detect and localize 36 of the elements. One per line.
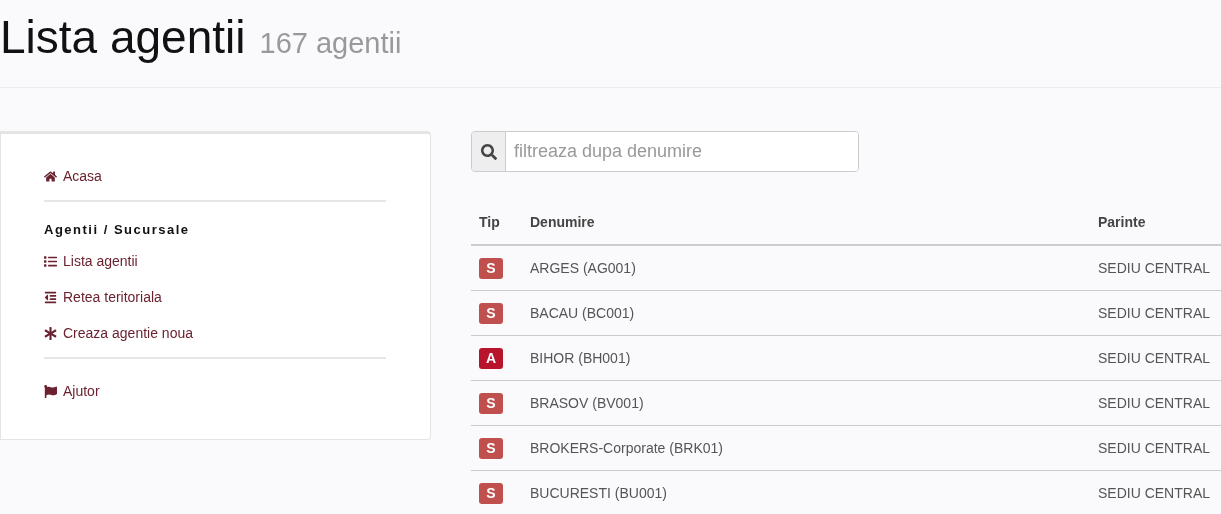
section-heading: Agentii / Sucursale <box>44 222 191 237</box>
type-badge: S <box>479 257 503 279</box>
table-cell: BUCURESTI (BU001) <box>522 470 1090 514</box>
table-cell: SEDIU CENTRAL <box>1090 425 1221 471</box>
flag-icon <box>44 384 57 398</box>
sidebar-link[interactable]: Creaza agentie noua <box>44 315 386 351</box>
column-header: Tip <box>471 200 522 245</box>
page-title: Lista agentii <box>0 10 246 65</box>
table-cell: BROKERS-Corporate (BRK01) <box>522 425 1090 471</box>
sidebar-link[interactable]: Retea teritoriala <box>44 279 386 315</box>
type-badge: S <box>479 437 503 459</box>
column-header: Parinte <box>1090 200 1221 245</box>
sidebar-link[interactable]: Ajutor <box>44 373 386 409</box>
table-cell: SEDIU CENTRAL <box>1090 335 1221 381</box>
column-header: Denumire <box>522 200 1090 245</box>
type-badge: A <box>479 347 503 369</box>
table-cell: SEDIU CENTRAL <box>1090 245 1221 291</box>
table-cell: SEDIU CENTRAL <box>1090 290 1221 336</box>
sidebar-link[interactable]: Acasa <box>44 158 386 194</box>
type-badge: S <box>479 482 503 504</box>
type-badge: S <box>479 392 503 414</box>
table-cell: BACAU (BC001) <box>522 290 1090 336</box>
agency-count: 167 agentii <box>259 27 402 60</box>
list-icon <box>44 254 57 268</box>
asterisk-icon <box>44 326 57 340</box>
table-cell: BRASOV (BV001) <box>522 380 1090 426</box>
table-cell: SEDIU CENTRAL <box>1090 470 1221 514</box>
type-badge: S <box>479 302 503 324</box>
indent-icon <box>44 290 57 304</box>
table-cell: SEDIU CENTRAL <box>1090 380 1221 426</box>
house-icon <box>44 169 57 183</box>
sidebar-link[interactable]: Lista agentii <box>44 243 386 279</box>
table-cell: BIHOR (BH001) <box>522 335 1090 381</box>
table-cell: ARGES (AG001) <box>522 245 1090 291</box>
search-field[interactable]: filtreaza dupa denumire <box>471 131 859 172</box>
search-icon <box>480 143 497 160</box>
